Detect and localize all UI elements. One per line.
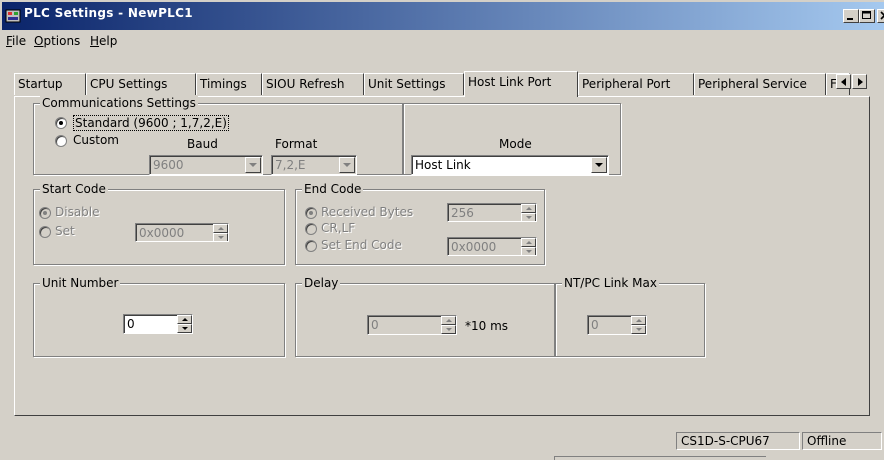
custom-radio[interactable] — [55, 135, 67, 147]
format-dropdown-button[interactable] — [339, 157, 355, 173]
start-code-title: Start Code — [40, 182, 108, 196]
nt-pc-link-max-spinner[interactable] — [631, 316, 646, 334]
menu-help[interactable]: Help — [90, 34, 117, 48]
spin-down-icon[interactable] — [441, 325, 456, 334]
unit-number-spinner[interactable] — [177, 315, 192, 333]
minimize-button[interactable] — [843, 9, 859, 23]
crlf-label: CR,LF — [321, 221, 356, 235]
start-code-set-radio[interactable] — [39, 226, 51, 238]
spin-up-icon[interactable] — [441, 316, 456, 325]
start-code-disable-radio[interactable] — [39, 207, 51, 219]
radio-selected-dot — [309, 211, 313, 215]
tab-unit-settings[interactable]: Unit Settings — [364, 73, 464, 95]
window-title: PLC Settings - NewPLC1 — [24, 6, 193, 20]
delay-field[interactable]: 0 — [367, 315, 457, 335]
crlf-radio[interactable] — [305, 223, 317, 235]
host-link-port-panel: Communications Settings Standard (9600 ;… — [14, 96, 870, 416]
custom-label: Custom — [73, 133, 119, 147]
received-bytes-spinner[interactable] — [521, 204, 536, 221]
start-code-value-field[interactable]: 0x0000 — [135, 223, 229, 242]
plc-app-icon — [5, 9, 21, 23]
format-select[interactable]: 7,2,E — [271, 155, 357, 175]
mode-select[interactable]: Host Link — [411, 155, 609, 175]
tab-peripheral-port[interactable]: Peripheral Port — [578, 73, 694, 95]
tab-strip: Startup CPU Settings Timings SIOU Refres… — [14, 71, 867, 97]
radio-selected-dot — [43, 211, 47, 215]
spin-down-icon[interactable] — [521, 247, 536, 255]
mode-label: Mode — [499, 137, 532, 151]
spin-down-icon[interactable] — [177, 324, 192, 333]
arrow-left-icon — [841, 78, 846, 86]
set-end-code-label: Set End Code — [321, 238, 402, 252]
baud-dropdown-button[interactable] — [245, 157, 261, 173]
spin-up-icon[interactable] — [521, 204, 536, 213]
arrow-right-icon — [858, 78, 863, 86]
unit-number-field[interactable]: 0 — [123, 314, 193, 334]
status-plc-model: CS1D-S-CPU67 — [676, 432, 800, 450]
received-bytes-field[interactable]: 256 — [447, 203, 537, 222]
delay-unit-label: *10 ms — [465, 319, 509, 333]
spin-up-icon[interactable] — [631, 316, 646, 325]
unit-number-title: Unit Number — [40, 276, 121, 290]
spin-down-icon[interactable] — [213, 233, 228, 241]
end-code-title: End Code — [302, 182, 364, 196]
set-end-code-spinner[interactable] — [521, 238, 536, 255]
menu-bar: File Options Help — [0, 31, 884, 51]
baud-select[interactable]: 9600 — [149, 155, 263, 175]
spin-up-icon[interactable] — [177, 315, 192, 324]
status-progress-area — [554, 456, 766, 460]
status-bar: CS1D-S-CPU67 Offline — [0, 428, 884, 460]
tab-cpu-settings[interactable]: CPU Settings — [86, 73, 196, 95]
communications-settings-title: Communications Settings — [40, 96, 198, 110]
start-code-disable-label: Disable — [55, 205, 100, 219]
nt-pc-link-max-title: NT/PC Link Max — [562, 276, 659, 290]
radio-selected-dot — [59, 121, 63, 125]
format-label: Format — [275, 137, 318, 151]
received-bytes-label: Received Bytes — [321, 205, 414, 219]
baud-label: Baud — [187, 137, 218, 151]
spin-down-icon[interactable] — [631, 325, 646, 334]
title-bar[interactable]: PLC Settings - NewPLC1 — [2, 2, 884, 30]
set-end-code-field[interactable]: 0x0000 — [447, 237, 537, 256]
start-code-set-label: Set — [55, 224, 75, 238]
tab-host-link-port[interactable]: Host Link Port — [464, 71, 578, 97]
close-button[interactable] — [877, 9, 884, 23]
spin-up-icon[interactable] — [521, 238, 536, 247]
minimize-icon — [847, 18, 853, 20]
tab-scroll-right-button[interactable] — [852, 74, 867, 89]
tab-scroll-left-button[interactable] — [836, 74, 851, 89]
tab-siou-refresh[interactable]: SIOU Refresh — [262, 73, 364, 95]
status-connection: Offline — [802, 432, 882, 450]
start-code-spinner[interactable] — [213, 224, 228, 241]
chevron-down-icon — [249, 163, 257, 167]
maximize-icon — [862, 11, 871, 19]
delay-title: Delay — [302, 276, 341, 290]
received-bytes-radio[interactable] — [305, 207, 317, 219]
menu-options[interactable]: Options — [34, 34, 80, 48]
chevron-down-icon — [595, 163, 603, 167]
delay-spinner[interactable] — [441, 316, 456, 334]
nt-pc-link-max-field[interactable]: 0 — [587, 315, 647, 335]
set-end-code-radio[interactable] — [305, 240, 317, 252]
menu-file[interactable]: File — [6, 34, 26, 48]
chevron-down-icon — [343, 163, 351, 167]
tab-peripheral-service[interactable]: Peripheral Service — [694, 73, 826, 95]
spin-up-icon[interactable] — [213, 224, 228, 233]
tab-timings[interactable]: Timings — [196, 73, 262, 95]
maximize-button[interactable] — [859, 9, 875, 23]
close-icon — [880, 11, 884, 20]
plc-settings-window: PLC Settings - NewPLC1 File Options Help… — [0, 0, 884, 460]
tab-startup[interactable]: Startup — [14, 73, 86, 95]
standard-radio[interactable] — [55, 117, 67, 129]
mode-dropdown-button[interactable] — [591, 157, 607, 173]
spin-down-icon[interactable] — [521, 213, 536, 221]
standard-label: Standard (9600 ; 1,7,2,E) — [73, 115, 229, 131]
